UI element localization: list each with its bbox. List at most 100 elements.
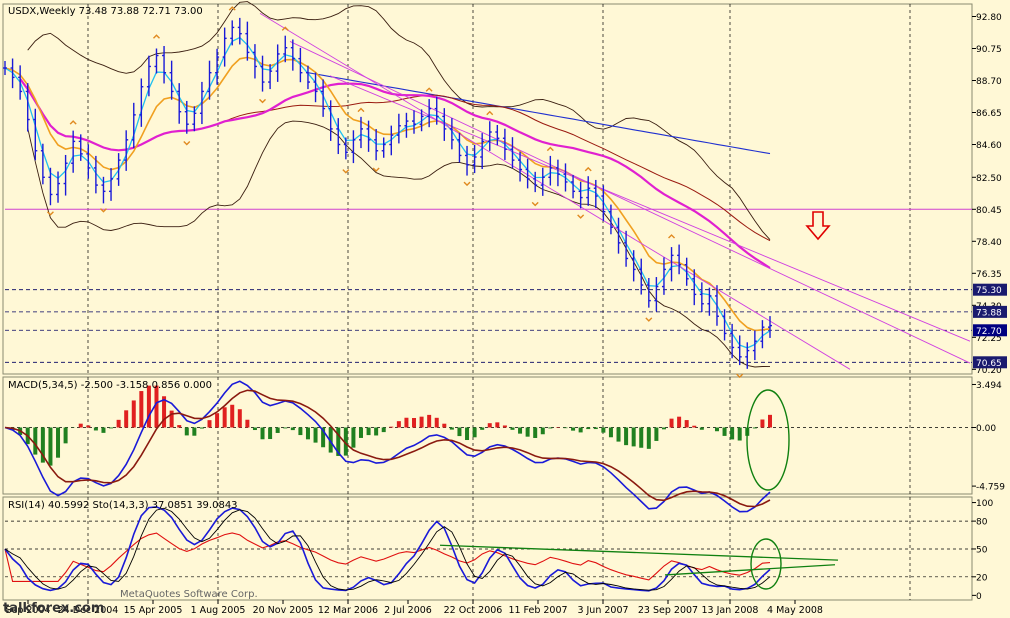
price-marker-label: 75.30 bbox=[976, 286, 1002, 296]
macd-histogram-bar bbox=[389, 426, 394, 428]
macd-histogram-bar bbox=[525, 427, 530, 437]
macd-histogram-bar bbox=[351, 427, 356, 448]
rsi-title: RSI(14) 40.5992 Sto(14,3,3) 37.0851 39.0… bbox=[8, 500, 238, 511]
macd-histogram-bar bbox=[502, 425, 507, 428]
x-tick-label: 22 Oct 2006 bbox=[444, 605, 503, 616]
macd-histogram-bar bbox=[639, 427, 644, 448]
macd-histogram-bar bbox=[146, 385, 151, 428]
macd-histogram-bar bbox=[124, 410, 129, 428]
macd-histogram-bar bbox=[768, 414, 772, 428]
macd-histogram-bar bbox=[86, 425, 91, 428]
macd-tick-label: -4.759 bbox=[976, 483, 1005, 493]
x-tick-label: 15 Apr 2005 bbox=[124, 605, 183, 616]
macd-histogram-bar bbox=[752, 427, 757, 429]
macd-histogram-bar bbox=[714, 427, 719, 432]
macd-histogram-bar bbox=[684, 420, 689, 428]
macd-histogram-bar bbox=[533, 427, 538, 438]
price-tick-label: 86.65 bbox=[976, 109, 1002, 119]
macd-histogram-bar bbox=[199, 427, 204, 429]
macd-histogram-bar bbox=[616, 427, 621, 442]
macd-histogram-bar bbox=[442, 423, 447, 428]
macd-histogram-bar bbox=[222, 407, 227, 428]
macd-histogram-bar bbox=[487, 423, 492, 428]
macd-histogram-bar bbox=[654, 427, 659, 441]
macd-histogram-bar bbox=[78, 423, 83, 428]
macd-histogram-bar bbox=[374, 427, 379, 436]
macd-histogram-bar bbox=[624, 427, 629, 446]
macd-histogram-bar bbox=[518, 427, 523, 434]
x-tick-label: 12 Mar 2006 bbox=[318, 605, 378, 616]
macd-histogram-bar bbox=[139, 391, 144, 428]
macd-tick-label: 0.00 bbox=[976, 424, 996, 434]
time-axis: Sep 2004 24 Dec 2004 15 Apr 2005 1 Aug 2005… bbox=[5, 600, 823, 616]
macd-histogram-bar bbox=[578, 427, 583, 433]
rsi-tick-label: 50 bbox=[976, 545, 988, 555]
macd-histogram-bar bbox=[661, 427, 666, 430]
macd-histogram-bar bbox=[116, 419, 121, 428]
macd-histogram-bar bbox=[33, 427, 38, 455]
macd-histogram-bar bbox=[366, 427, 371, 436]
macd-histogram-bar bbox=[215, 413, 220, 428]
macd-histogram-bar bbox=[275, 427, 280, 433]
x-tick-label: 11 Feb 2007 bbox=[508, 605, 567, 616]
x-tick-label: 23 Sep 2007 bbox=[638, 605, 698, 616]
x-tick-label: 4 May 2008 bbox=[767, 605, 823, 616]
macd-histogram-bar bbox=[290, 427, 295, 431]
rsi-tick-label: 0 bbox=[976, 592, 982, 602]
price-tick-label: 80.45 bbox=[976, 206, 1002, 216]
rsi-tick-label: 20 bbox=[976, 573, 988, 583]
macd-histogram-bar bbox=[760, 419, 765, 428]
macd-histogram-bar bbox=[48, 427, 53, 466]
macd-histogram-bar bbox=[419, 416, 424, 428]
price-tick-label: 90.75 bbox=[976, 45, 1002, 55]
macd-histogram-bar bbox=[601, 427, 606, 433]
price-tick-label: 92.80 bbox=[976, 13, 1002, 23]
macd-histogram-bar bbox=[298, 427, 303, 436]
macd-histogram-bar bbox=[540, 427, 545, 435]
price-tick-label: 84.60 bbox=[976, 141, 1002, 151]
price-axis: 92.80 90.75 88.70 86.65 84.60 82.50 80.45 78.40… bbox=[972, 13, 1007, 376]
macd-histogram-bar bbox=[631, 427, 636, 447]
macd-histogram-bar bbox=[646, 427, 651, 449]
macd-histogram-bar bbox=[677, 416, 682, 428]
macd-histogram-bar bbox=[722, 427, 727, 436]
macd-histogram-bar bbox=[305, 427, 310, 440]
macd-histogram-bar bbox=[252, 427, 257, 431]
forex-chart: 92.80 90.75 88.70 86.65 84.60 82.50 80.45 78.40… bbox=[2, 1, 1007, 616]
macd-histogram-bar bbox=[396, 421, 401, 428]
macd-histogram-bar bbox=[404, 417, 409, 428]
macd-histogram-bar bbox=[192, 427, 197, 436]
macd-histogram-bar bbox=[449, 427, 454, 430]
macd-histogram-bar bbox=[593, 427, 598, 430]
macd-histogram-bar bbox=[427, 414, 432, 428]
macd-histogram-bar bbox=[608, 427, 613, 438]
watermark-brand: talkforex.com bbox=[3, 601, 104, 616]
macd-histogram-bar bbox=[434, 417, 439, 428]
macd-histogram-bar bbox=[586, 427, 591, 430]
macd-histogram-bar bbox=[131, 400, 136, 428]
macd-histogram-bar bbox=[472, 427, 477, 438]
price-marker-label: 70.65 bbox=[976, 359, 1002, 369]
macd-histogram-bar bbox=[101, 427, 106, 433]
rsi-panel bbox=[2, 496, 973, 601]
macd-histogram-bar bbox=[669, 418, 674, 428]
macd-histogram-bar bbox=[109, 427, 114, 429]
price-tick-label: 76.35 bbox=[976, 270, 1002, 280]
macd-histogram-bar bbox=[93, 427, 98, 431]
x-tick-label: 13 Jan 2008 bbox=[702, 605, 759, 616]
macd-histogram-bar bbox=[563, 427, 568, 429]
x-tick-label: 3 Jun 2007 bbox=[577, 605, 628, 616]
rsi-tick-label: 80 bbox=[976, 518, 988, 528]
price-marker-label: 73.88 bbox=[976, 308, 1002, 318]
x-tick-label: 2 Jul 2006 bbox=[384, 605, 432, 616]
macd-histogram-bar bbox=[692, 425, 697, 428]
macd-histogram-bar bbox=[260, 427, 265, 440]
watermark-copyright: MetaQuotes Software Corp. bbox=[120, 589, 258, 600]
macd-tick-label: 3.494 bbox=[976, 381, 1002, 391]
macd-histogram-bar bbox=[177, 425, 182, 428]
price-marker-label: 72.70 bbox=[976, 327, 1002, 337]
macd-histogram-bar bbox=[56, 427, 61, 458]
macd-histogram-bar bbox=[207, 420, 212, 428]
macd-histogram-bar bbox=[495, 422, 500, 428]
macd-histogram-bar bbox=[230, 404, 235, 428]
